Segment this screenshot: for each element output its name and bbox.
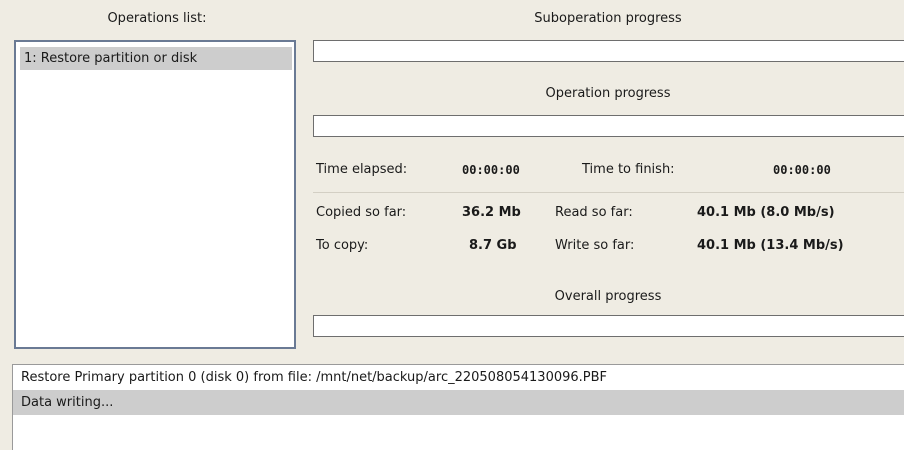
overall-progress-title: Overall progress bbox=[554, 289, 662, 304]
time-elapsed-value: 00:00:00 bbox=[462, 163, 520, 177]
copied-so-far-value: 36.2 Mb bbox=[462, 205, 521, 220]
read-so-far-value: 40.1 Mb (8.0 Mb/s) bbox=[697, 205, 835, 220]
copied-so-far-label: Copied so far: bbox=[316, 205, 407, 220]
to-copy-label: To copy: bbox=[316, 238, 369, 253]
time-to-finish-value: 00:00:00 bbox=[773, 163, 831, 177]
operations-list[interactable]: 1: Restore partition or disk bbox=[14, 40, 296, 349]
stats-separator bbox=[313, 192, 904, 193]
read-so-far-label: Read so far: bbox=[555, 205, 633, 220]
operation-progress-bar bbox=[313, 115, 904, 137]
to-copy-value: 8.7 Gb bbox=[469, 238, 517, 253]
operation-progress-title: Operation progress bbox=[545, 86, 671, 101]
operations-list-title: Operations list: bbox=[107, 11, 207, 26]
suboperation-progress-title: Suboperation progress bbox=[534, 11, 682, 26]
overall-progress-bar bbox=[313, 315, 904, 337]
write-so-far-label: Write so far: bbox=[555, 238, 635, 253]
log-line: Restore Primary partition 0 (disk 0) fro… bbox=[21, 370, 608, 385]
operations-list-item[interactable]: 1: Restore partition or disk bbox=[20, 47, 292, 70]
time-to-finish-label: Time to finish: bbox=[582, 162, 675, 177]
write-so-far-value: 40.1 Mb (13.4 Mb/s) bbox=[697, 238, 844, 253]
restore-progress-window: Operations list: 1: Restore partition or… bbox=[0, 0, 904, 450]
log-line-current: Data writing... bbox=[13, 390, 904, 415]
time-elapsed-label: Time elapsed: bbox=[316, 162, 408, 177]
suboperation-progress-bar bbox=[313, 40, 904, 62]
operation-log[interactable]: Restore Primary partition 0 (disk 0) fro… bbox=[12, 364, 904, 450]
